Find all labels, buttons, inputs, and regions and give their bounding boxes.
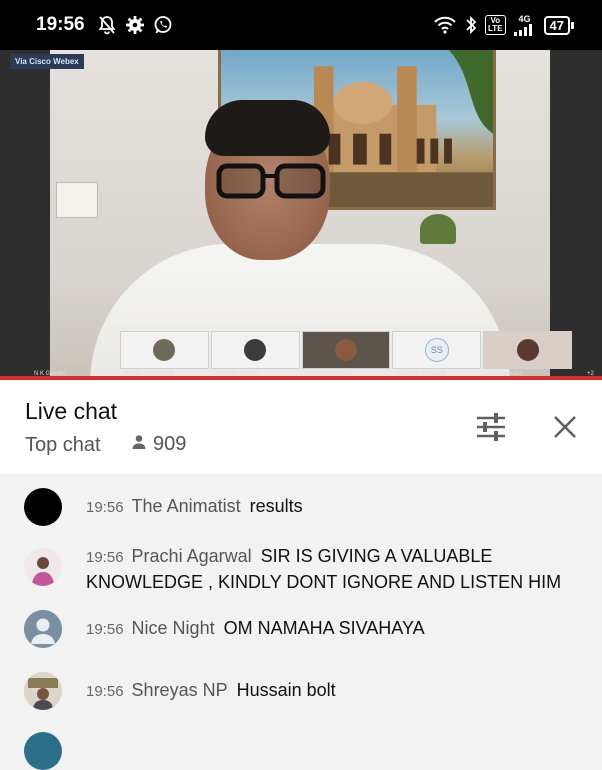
participant-thumbnails: SS bbox=[120, 331, 572, 369]
battery-icon: 47 bbox=[543, 15, 574, 35]
bluetooth-icon bbox=[465, 15, 477, 35]
message-text: OM NAMAHA SIVAHAYA bbox=[223, 618, 425, 638]
network-type: 4G bbox=[518, 13, 531, 24]
status-bar: 19:56 Vo LTE 4G 47 bbox=[0, 0, 602, 50]
signal-icon: 4G bbox=[513, 13, 536, 36]
message-time: 19:56 bbox=[86, 683, 124, 700]
webex-badge: Via Cisco Webex bbox=[10, 54, 84, 69]
person-icon bbox=[131, 433, 147, 456]
viewer-count: 909 bbox=[131, 433, 186, 456]
battery-level: 47 bbox=[543, 15, 570, 35]
message-time: 19:56 bbox=[86, 499, 124, 516]
participant-thumb bbox=[483, 331, 572, 369]
status-icons-left bbox=[97, 15, 173, 35]
avatar bbox=[334, 339, 357, 361]
avatar[interactable] bbox=[24, 610, 62, 648]
avatar bbox=[516, 339, 539, 361]
filter-button[interactable] bbox=[472, 410, 510, 444]
avatar bbox=[153, 339, 176, 361]
avatar bbox=[244, 339, 267, 361]
whatsapp-icon bbox=[153, 15, 173, 35]
close-icon bbox=[554, 416, 576, 438]
status-icons-right: Vo LTE 4G 47 bbox=[433, 13, 574, 36]
gear-icon bbox=[125, 15, 145, 35]
video-player[interactable]: Via Cisco Webex SS N K Gavani Ronak Jhor… bbox=[0, 50, 602, 380]
message-text: Hussain bolt bbox=[236, 680, 336, 700]
status-time: 19:56 bbox=[36, 14, 85, 35]
participant-thumb bbox=[120, 331, 209, 369]
avatar[interactable] bbox=[24, 732, 62, 770]
chat-messages[interactable]: 19:56 The Animatist results 19:56 Prachi Ag… bbox=[0, 474, 602, 770]
volte-icon: Vo LTE bbox=[485, 15, 506, 35]
plant bbox=[420, 214, 456, 244]
participant-thumb bbox=[301, 331, 391, 369]
wall-poster bbox=[56, 182, 98, 218]
avatar[interactable] bbox=[24, 672, 62, 710]
sliders-icon bbox=[477, 413, 505, 441]
chat-header: Live chat Top chat 909 bbox=[0, 380, 602, 474]
message-author[interactable]: Shreyas NP bbox=[132, 680, 228, 700]
wifi-icon bbox=[433, 16, 457, 34]
viewer-count-value: 909 bbox=[153, 433, 187, 455]
chat-mode-selector[interactable]: Top chat bbox=[25, 434, 101, 457]
chat-title: Live chat bbox=[25, 398, 118, 424]
participant-thumb bbox=[210, 331, 300, 369]
avatar: SS bbox=[424, 338, 449, 362]
message-text: results bbox=[249, 496, 303, 516]
avatar[interactable] bbox=[24, 488, 62, 526]
speaker-video bbox=[50, 50, 550, 376]
message-author[interactable]: Prachi Agarwal bbox=[132, 546, 252, 566]
bell-off-icon bbox=[97, 15, 117, 35]
speaker-hair bbox=[205, 100, 330, 156]
glasses-icon bbox=[216, 163, 326, 199]
default-avatar-icon bbox=[24, 610, 62, 648]
message-author[interactable]: Nice Night bbox=[132, 618, 215, 638]
avatar[interactable] bbox=[24, 548, 62, 586]
message-author[interactable]: The Animatist bbox=[132, 496, 241, 516]
close-chat-button[interactable] bbox=[548, 410, 582, 444]
message-time: 19:56 bbox=[86, 621, 124, 638]
participant-thumb: SS bbox=[392, 331, 482, 369]
message-time: 19:56 bbox=[86, 549, 124, 566]
